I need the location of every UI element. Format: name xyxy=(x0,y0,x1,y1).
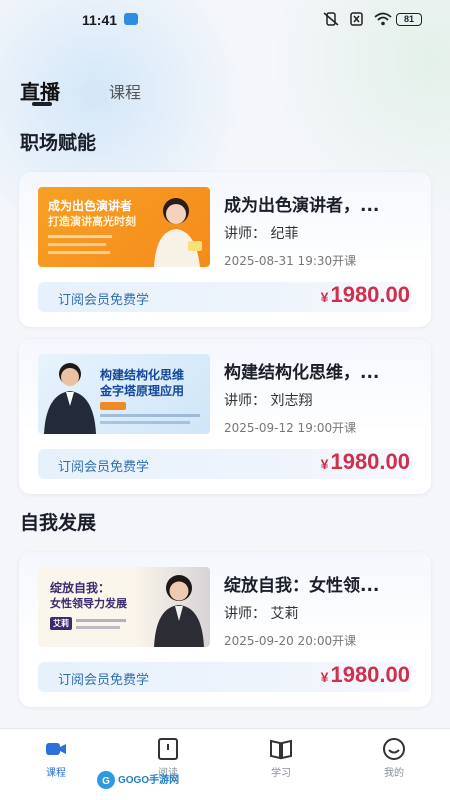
course-title: 构建结构化思维，... xyxy=(224,363,380,383)
price-value: 1980.00 xyxy=(330,449,410,474)
thumb-title-line2: 打造演讲高光时刻 xyxy=(48,215,136,228)
price-value: 1980.00 xyxy=(330,662,410,687)
thumb-title-line1: 构建结构化思维 xyxy=(100,368,185,382)
subscribe-bar[interactable]: 订阅会员免费学 ¥1980.00 xyxy=(38,449,412,479)
course-price: ¥1980.00 xyxy=(321,282,410,308)
course-card[interactable]: 绽放自我： 女性领导力发展 艾莉 绽放自我：女性领... 讲师： 艾莉 2025… xyxy=(19,552,431,707)
subscribe-bar[interactable]: 订阅会员免费学 ¥1980.00 xyxy=(38,662,412,692)
nav-profile[interactable]: 我的 xyxy=(364,737,424,779)
watermark-logo: G GOGO手游网 xyxy=(97,771,179,789)
battery-icon: 81 xyxy=(396,13,422,26)
subscribe-label[interactable]: 订阅会员免费学 xyxy=(58,456,149,475)
price-value: 1980.00 xyxy=(330,282,410,307)
course-teacher: 讲师： 刘志翔 xyxy=(224,393,313,409)
currency-symbol: ¥ xyxy=(320,669,329,685)
bottom-nav: 课程 阅读 学习 我的 xyxy=(0,728,450,800)
book-icon xyxy=(158,738,178,760)
course-date: 2025-09-20 20:00开课 xyxy=(224,634,357,648)
course-thumbnail: 绽放自我： 女性领导力发展 艾莉 xyxy=(38,567,210,647)
video-camera-icon xyxy=(46,743,66,755)
nav-label: 学习 xyxy=(271,768,291,779)
mute-vibrate-icon xyxy=(323,12,339,26)
thumb-teacher-badge: 艾莉 xyxy=(50,617,72,630)
course-price: ¥1980.00 xyxy=(321,449,410,475)
subscribe-label[interactable]: 订阅会员免费学 xyxy=(58,289,149,308)
currency-symbol: ¥ xyxy=(320,456,329,472)
speaker-portrait xyxy=(44,363,96,434)
section-title: 自我发展 xyxy=(20,512,97,534)
speaker-portrait xyxy=(154,198,202,267)
sim-off-icon xyxy=(350,12,363,26)
status-time: 11:41 xyxy=(82,12,118,28)
nav-study[interactable]: 学习 xyxy=(251,737,311,779)
subscribe-bar[interactable]: 订阅会员免费学 ¥1980.00 xyxy=(38,282,412,312)
section-title: 职场赋能 xyxy=(20,132,97,154)
nav-label: 课程 xyxy=(46,768,66,779)
thumb-title-line1: 成为出色演讲者 xyxy=(48,199,133,213)
currency-symbol: ¥ xyxy=(320,289,329,305)
course-title: 成为出色演讲者，... xyxy=(224,196,380,216)
thumb-title-line2: 金字塔原理应用 xyxy=(100,384,185,398)
tab-courses[interactable]: 课程 xyxy=(109,79,141,103)
svg-text:GOGO手游网: GOGO手游网 xyxy=(118,773,179,786)
course-card[interactable]: 成为出色演讲者 打造演讲高光时刻 成为出色演讲者，... 讲师： 纪菲 2025… xyxy=(19,172,431,327)
open-book-icon xyxy=(270,739,292,760)
status-bar: 11:41 81 xyxy=(0,0,450,40)
nav-courses[interactable]: 课程 xyxy=(26,737,86,779)
course-thumbnail: 成为出色演讲者 打造演讲高光时刻 xyxy=(38,187,210,267)
subscribe-label[interactable]: 订阅会员免费学 xyxy=(58,669,149,688)
svg-text:G: G xyxy=(102,776,110,787)
wifi-icon xyxy=(374,12,392,26)
smile-face-icon xyxy=(383,738,405,760)
app-notification-icon xyxy=(124,13,138,25)
course-teacher: 讲师： 艾莉 xyxy=(224,606,299,622)
course-title: 绽放自我：女性领... xyxy=(224,576,380,596)
tab-live[interactable]: 直播 xyxy=(20,76,60,105)
thumb-title-line1: 绽放自我： xyxy=(50,581,111,595)
thumb-title-line2: 女性领导力发展 xyxy=(50,597,127,610)
active-tab-indicator xyxy=(32,102,52,106)
course-date: 2025-08-31 19:30开课 xyxy=(224,254,357,268)
course-teacher: 讲师： 纪菲 xyxy=(224,226,299,242)
nav-label: 我的 xyxy=(384,768,404,779)
course-thumbnail: 构建结构化思维 金字塔原理应用 xyxy=(38,354,210,434)
course-date: 2025-09-12 19:00开课 xyxy=(224,421,357,435)
speaker-portrait xyxy=(154,575,204,647)
course-card[interactable]: 构建结构化思维 金字塔原理应用 构建结构化思维，... 讲师： 刘志翔 2025… xyxy=(19,339,431,494)
course-price: ¥1980.00 xyxy=(321,662,410,688)
